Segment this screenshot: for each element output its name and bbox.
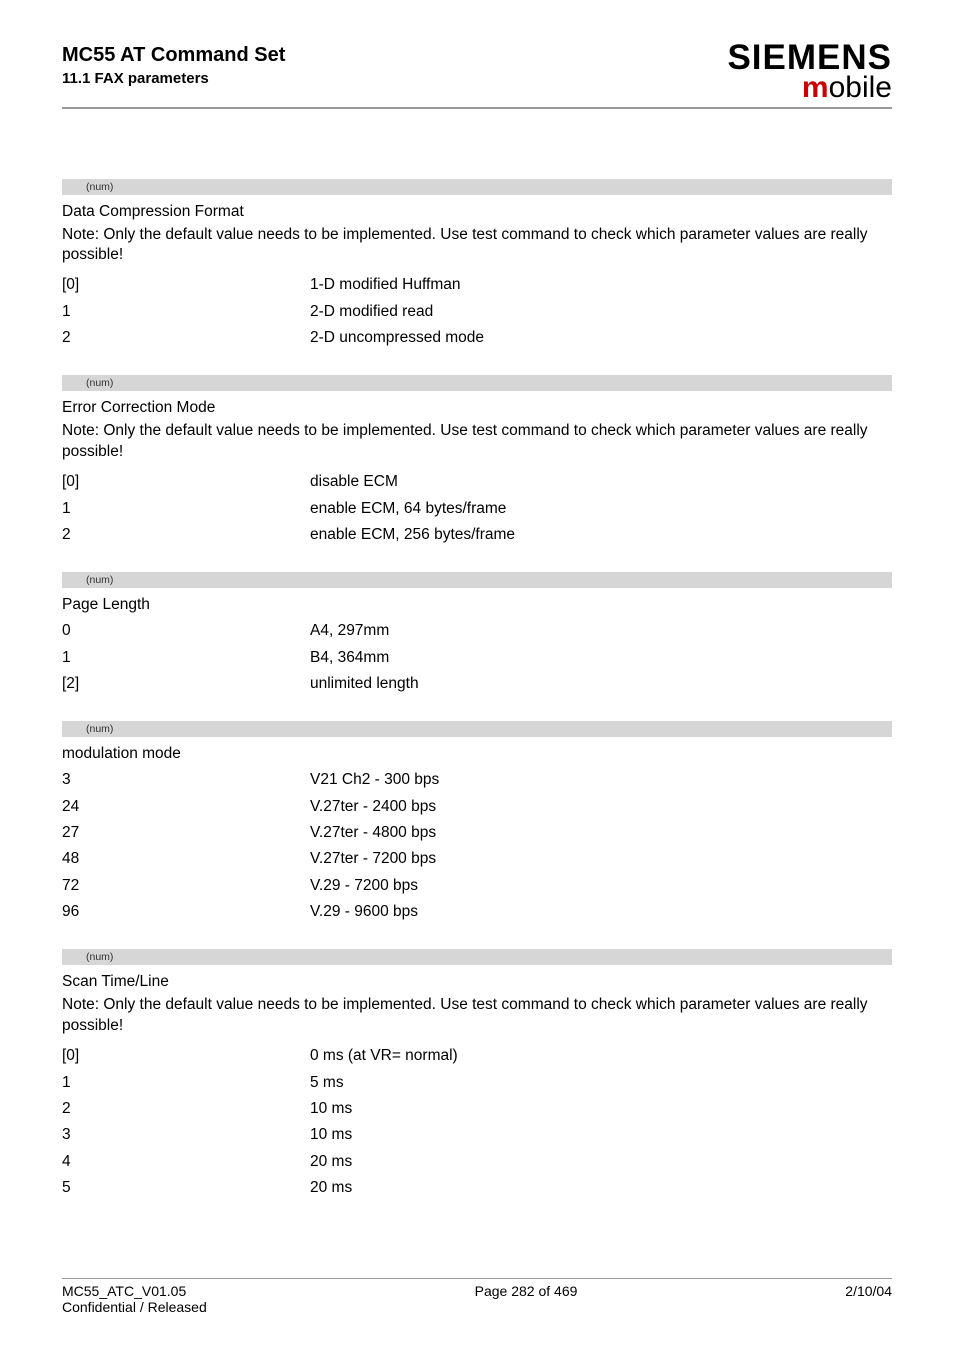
param-value: V21 Ch2 - 300 bps: [310, 767, 892, 793]
param-section: (num) Scan Time/Line Note: Only the defaul…: [62, 949, 892, 1201]
param-row: 1enable ECM, 64 bytes/frame: [62, 496, 892, 522]
param-value: V.29 - 9600 bps: [310, 899, 892, 925]
param-row: [2]unlimited length: [62, 671, 892, 697]
param-title: Scan Time/Line: [62, 973, 892, 991]
param-row: 3V21 Ch2 - 300 bps: [62, 767, 892, 793]
param-value: A4, 297mm: [310, 618, 892, 644]
footer-center: Page 282 of 469: [475, 1283, 578, 1315]
param-row: 420 ms: [62, 1149, 892, 1175]
param-key: 72: [62, 873, 310, 899]
param-section: (num) modulation mode 3V21 Ch2 - 300 bps24…: [62, 721, 892, 925]
param-value: V.29 - 7200 bps: [310, 873, 892, 899]
param-value: 20 ms: [310, 1149, 892, 1175]
param-value: B4, 364mm: [310, 645, 892, 671]
param-key: 0: [62, 618, 310, 644]
param-value: V.27ter - 2400 bps: [310, 794, 892, 820]
param-key: 4: [62, 1149, 310, 1175]
param-bar: (num): [62, 179, 892, 195]
brand-main: SIEMENS: [727, 42, 892, 74]
param-value: enable ECM, 256 bytes/frame: [310, 522, 892, 548]
brand-logo: SIEMENS mobile: [727, 42, 892, 101]
param-key: 1: [62, 496, 310, 522]
param-row: [0]0 ms (at VR= normal): [62, 1043, 892, 1069]
param-row: 210 ms: [62, 1096, 892, 1122]
param-key: 2: [62, 325, 310, 351]
param-section: (num) Page Length 0A4, 297mm1B4, 364mm[2]u…: [62, 572, 892, 697]
param-row: 520 ms: [62, 1175, 892, 1201]
param-key: [0]: [62, 1043, 310, 1069]
doc-title: MC55 AT Command Set: [62, 42, 285, 68]
param-bar: (num): [62, 721, 892, 737]
param-key: 1: [62, 1070, 310, 1096]
param-value: 5 ms: [310, 1070, 892, 1096]
param-key: 96: [62, 899, 310, 925]
param-row: 96V.29 - 9600 bps: [62, 899, 892, 925]
param-key: 5: [62, 1175, 310, 1201]
param-key: 2: [62, 1096, 310, 1122]
footer-right: 2/10/04: [845, 1283, 892, 1315]
param-key: [0]: [62, 469, 310, 495]
param-note: Note: Only the default value needs to be…: [62, 995, 892, 1037]
doc-subtitle: 11.1 FAX parameters: [62, 70, 285, 87]
param-value: V.27ter - 4800 bps: [310, 820, 892, 846]
param-key: [0]: [62, 272, 310, 298]
param-row: 72V.29 - 7200 bps: [62, 873, 892, 899]
param-row: 22-D uncompressed mode: [62, 325, 892, 351]
param-bar: (num): [62, 375, 892, 391]
param-value: disable ECM: [310, 469, 892, 495]
param-value: 2-D uncompressed mode: [310, 325, 892, 351]
param-bar: (num): [62, 572, 892, 588]
param-section: (num) Data Compression Format Note: Only t…: [62, 179, 892, 352]
param-value: V.27ter - 7200 bps: [310, 846, 892, 872]
page-footer: MC55_ATC_V01.05 Confidential / Released …: [62, 1278, 892, 1315]
param-title: modulation mode: [62, 745, 892, 763]
param-value: 10 ms: [310, 1122, 892, 1148]
param-row: 12-D modified read: [62, 299, 892, 325]
param-key: 1: [62, 299, 310, 325]
param-key: 3: [62, 767, 310, 793]
param-note: Note: Only the default value needs to be…: [62, 421, 892, 463]
param-key: 24: [62, 794, 310, 820]
param-row: 15 ms: [62, 1070, 892, 1096]
param-note: Note: Only the default value needs to be…: [62, 225, 892, 267]
param-value: 20 ms: [310, 1175, 892, 1201]
param-key: [2]: [62, 671, 310, 697]
param-row: [0]1-D modified Huffman: [62, 272, 892, 298]
param-value: 1-D modified Huffman: [310, 272, 892, 298]
param-row: 48V.27ter - 7200 bps: [62, 846, 892, 872]
param-key: 27: [62, 820, 310, 846]
param-title: Data Compression Format: [62, 203, 892, 221]
page-header: MC55 AT Command Set 11.1 FAX parameters …: [62, 42, 892, 109]
param-row: 1B4, 364mm: [62, 645, 892, 671]
param-value: unlimited length: [310, 671, 892, 697]
param-title: Error Correction Mode: [62, 399, 892, 417]
param-value: 0 ms (at VR= normal): [310, 1043, 892, 1069]
param-key: 3: [62, 1122, 310, 1148]
param-section: (num) Error Correction Mode Note: Only the…: [62, 375, 892, 548]
param-row: 24V.27ter - 2400 bps: [62, 794, 892, 820]
footer-left: MC55_ATC_V01.05 Confidential / Released: [62, 1283, 207, 1315]
param-row: 2enable ECM, 256 bytes/frame: [62, 522, 892, 548]
param-value: enable ECM, 64 bytes/frame: [310, 496, 892, 522]
brand-sub: mobile: [727, 74, 892, 101]
param-row: 27V.27ter - 4800 bps: [62, 820, 892, 846]
param-value: 2-D modified read: [310, 299, 892, 325]
param-row: [0]disable ECM: [62, 469, 892, 495]
param-value: 10 ms: [310, 1096, 892, 1122]
param-key: 2: [62, 522, 310, 548]
param-row: 0A4, 297mm: [62, 618, 892, 644]
param-title: Page Length: [62, 596, 892, 614]
param-key: 48: [62, 846, 310, 872]
param-key: 1: [62, 645, 310, 671]
param-bar: (num): [62, 949, 892, 965]
param-row: 310 ms: [62, 1122, 892, 1148]
